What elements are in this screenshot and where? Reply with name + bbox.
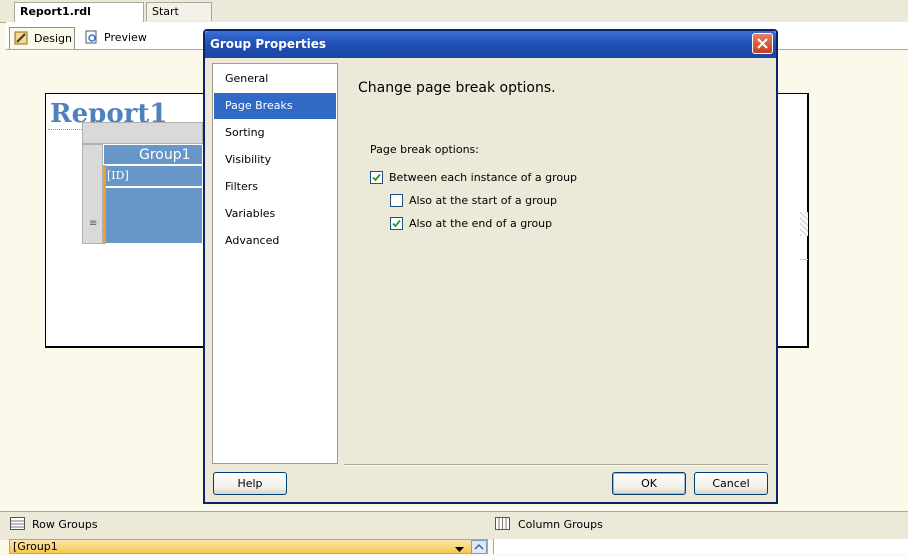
ok-button[interactable]: OK — [612, 472, 686, 495]
checkbox-start-of-group-label[interactable]: Also at the start of a group — [409, 194, 557, 207]
tablix-row-handle[interactable] — [82, 144, 103, 244]
nav-item-page-breaks[interactable]: Page Breaks — [214, 93, 336, 119]
row-group-item[interactable] — [9, 539, 488, 554]
checkmark-icon — [372, 173, 381, 182]
dropdown-arrow-icon[interactable] — [455, 543, 464, 556]
detail-cell[interactable] — [103, 187, 203, 244]
nav-item-visibility[interactable]: Visibility — [214, 147, 336, 173]
document-tab-report1[interactable]: Report1.rdl [Design]* — [14, 2, 144, 36]
row-group-item-label[interactable]: [Group1 — [13, 540, 58, 553]
nav-item-filters[interactable]: Filters — [214, 174, 336, 200]
dialog-separator — [344, 464, 768, 466]
document-tab-start-page[interactable]: Start Page — [146, 2, 212, 36]
row-groups-icon — [10, 517, 25, 533]
page-heading: Change page break options. — [358, 80, 556, 96]
design-icon — [14, 31, 28, 45]
chevron-up-icon — [474, 543, 484, 550]
hatched-area — [800, 212, 808, 236]
divider-line — [800, 259, 808, 260]
id-field-cell[interactable]: [ID] — [103, 165, 203, 187]
close-icon — [757, 38, 768, 49]
group-indicator — [103, 165, 106, 244]
tablix-column-handle[interactable] — [82, 122, 203, 144]
cancel-button[interactable]: Cancel — [694, 472, 768, 495]
details-handle-icon: ≡ — [89, 218, 98, 229]
checkbox-between-instances[interactable] — [370, 171, 383, 184]
nav-item-variables[interactable]: Variables — [214, 201, 336, 227]
column-groups-pane — [493, 539, 908, 554]
dialog-title: Group Properties — [210, 37, 327, 51]
checkmark-icon — [392, 219, 401, 228]
column-groups-label: Column Groups — [518, 518, 603, 531]
tablix[interactable]: Group1 [ID] ≡ — [82, 122, 203, 244]
checkbox-between-instances-label[interactable]: Between each instance of a group — [389, 171, 577, 184]
tab-design[interactable]: Design — [9, 27, 75, 49]
nav-item-general[interactable]: General — [214, 66, 336, 92]
group-header-cell[interactable]: Group1 — [103, 144, 203, 165]
checkbox-end-of-group[interactable] — [390, 217, 403, 230]
page-break-options-label: Page break options: — [370, 143, 479, 156]
tab-design-label: Design — [34, 32, 72, 45]
checkbox-start-of-group[interactable] — [390, 194, 403, 207]
preview-icon — [84, 30, 98, 44]
column-groups-icon — [495, 517, 510, 533]
tab-preview[interactable]: Preview — [80, 27, 150, 49]
row-groups-label: Row Groups — [32, 518, 98, 531]
scroll-up-button[interactable] — [471, 540, 487, 554]
grouping-pane-header — [0, 511, 908, 540]
nav-item-advanced[interactable]: Advanced — [214, 228, 336, 254]
nav-item-sorting[interactable]: Sorting — [214, 120, 336, 146]
dialog-close-button[interactable] — [752, 33, 773, 54]
checkbox-end-of-group-label[interactable]: Also at the end of a group — [409, 217, 552, 230]
help-button[interactable]: Help — [213, 472, 287, 495]
tab-preview-label: Preview — [104, 31, 147, 44]
